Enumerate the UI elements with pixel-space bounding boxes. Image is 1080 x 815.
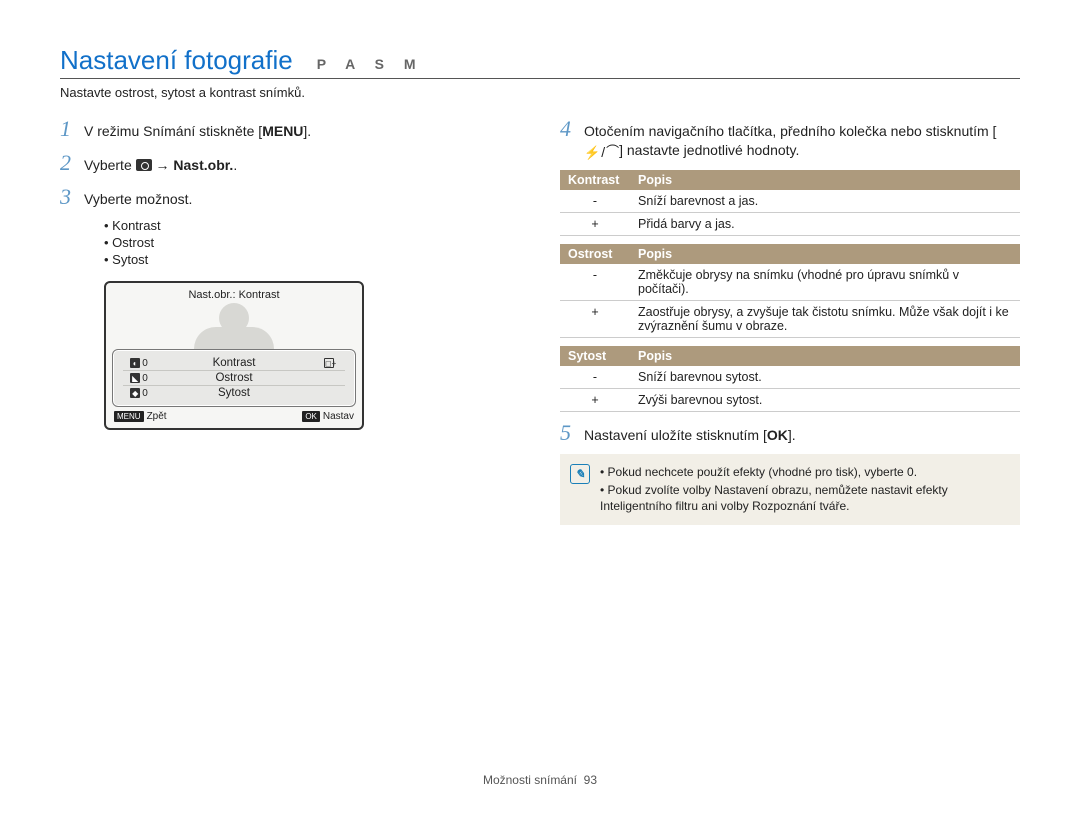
ok-label: OK bbox=[767, 427, 788, 443]
table-row: -Sníží barevnou sytost. bbox=[560, 366, 1020, 389]
lcd-silhouette bbox=[112, 303, 356, 353]
table-sytost: SytostPopis -Sníží barevnou sytost. +Zvý… bbox=[560, 346, 1020, 412]
lcd-row-2-val: 0 bbox=[142, 373, 148, 384]
step-4-post: ] nastavte jednotlivé hodnoty. bbox=[619, 142, 799, 158]
lcd-row-2-label: Ostrost bbox=[155, 372, 313, 384]
th-popis-3: Popis bbox=[630, 346, 1020, 366]
step-4-num: 4 bbox=[560, 116, 584, 142]
step-5-text: Nastavení uložíte stisknutím [OK]. bbox=[584, 422, 796, 445]
lcd-row-3-val: 0 bbox=[142, 388, 148, 399]
table-row: +Zvýši barevnou sytost. bbox=[560, 389, 1020, 412]
step-5-num: 5 bbox=[560, 420, 584, 446]
table-ostrost: OstrostPopis -Změkčuje obrysy na snímku … bbox=[560, 244, 1020, 338]
lcd-footer: MENUZpět OKNastav bbox=[112, 411, 356, 422]
note-2: Pokud zvolíte volby Nastavení obrazu, ne… bbox=[600, 482, 1010, 514]
page-footer: Možnosti snímání 93 bbox=[0, 773, 1080, 787]
note-box: ✎ Pokud nechcete použít efekty (vhodné p… bbox=[560, 454, 1020, 525]
option-bullets: Kontrast Ostrost Sytost bbox=[104, 218, 520, 267]
wifi-icon: ⌒ bbox=[606, 143, 619, 161]
lcd-row-2: ◣0 Ostrost bbox=[123, 371, 345, 386]
flash-wifi-icon: ⚡/⌒ bbox=[584, 143, 619, 162]
table-row: -Sníží barevnost a jas. bbox=[560, 190, 1020, 213]
desc-cell: Sníží barevnou sytost. bbox=[630, 366, 1020, 389]
footer-page: 93 bbox=[584, 773, 597, 787]
lcd-row-1-left: ◐0 bbox=[123, 358, 155, 369]
page-header: Nastavení fotografie P A S M bbox=[60, 45, 1020, 79]
bullet-ostrost: Ostrost bbox=[104, 235, 520, 250]
step-2-text: Vyberte → Nast.obr.. bbox=[84, 152, 237, 175]
note-1: Pokud nechcete použít efekty (vhodné pro… bbox=[600, 464, 1010, 480]
step-3-num: 3 bbox=[60, 184, 84, 210]
lcd-mockup: Nast.obr.: Kontrast ◐0 Kontrast ◻+ ◣0 Os… bbox=[104, 281, 364, 430]
lcd-row-2-left: ◣0 bbox=[123, 373, 155, 384]
sign-cell: - bbox=[560, 264, 630, 301]
intro-text: Nastavte ostrost, sytost a kontrast sním… bbox=[60, 85, 1020, 100]
menu-label: MENU bbox=[262, 123, 303, 139]
desc-cell: Změkčuje obrysy na snímku (vhodné pro úp… bbox=[630, 264, 1020, 301]
table-row: -Změkčuje obrysy na snímku (vhodné pro ú… bbox=[560, 264, 1020, 301]
right-column: 4 Otočením navigačního tlačítka, předníh… bbox=[560, 116, 1020, 525]
lcd-panel: ◐0 Kontrast ◻+ ◣0 Ostrost ◆0 Sytost bbox=[112, 349, 356, 407]
desc-cell: Přidá barvy a jas. bbox=[630, 213, 1020, 236]
mode-indicator: P A S M bbox=[317, 56, 424, 72]
sign-cell: - bbox=[560, 190, 630, 213]
left-column: 1 V režimu Snímání stiskněte [MENU]. 2 V… bbox=[60, 116, 520, 525]
camera-icon bbox=[136, 159, 152, 171]
lcd-row-1-val: 0 bbox=[142, 358, 148, 369]
info-icon: ✎ bbox=[570, 464, 590, 484]
sign-cell: + bbox=[560, 213, 630, 236]
lcd-set-label: Nastav bbox=[323, 411, 354, 422]
lcd-back: MENUZpět bbox=[114, 411, 167, 422]
menu-tag-icon: MENU bbox=[114, 411, 144, 422]
step-4-pre: Otočením navigačního tlačítka, předního … bbox=[584, 123, 996, 139]
desc-cell: Zaostřuje obrysy, a zvyšuje tak čistotu … bbox=[630, 301, 1020, 338]
table-kontrast: KontrastPopis -Sníží barevnost a jas. +P… bbox=[560, 170, 1020, 236]
lcd-back-label: Zpět bbox=[147, 411, 167, 422]
table-row: +Přidá barvy a jas. bbox=[560, 213, 1020, 236]
ok-tag-icon: OK bbox=[302, 411, 320, 422]
lcd-row-3: ◆0 Sytost bbox=[123, 386, 345, 400]
saturation-badge-icon: ◆ bbox=[130, 388, 140, 398]
step-1-num: 1 bbox=[60, 116, 84, 142]
step-1-text: V režimu Snímání stiskněte [MENU]. bbox=[84, 118, 311, 141]
step-2-post: . bbox=[233, 157, 237, 173]
lcd-title: Nast.obr.: Kontrast bbox=[112, 289, 356, 301]
lcd-row-3-left: ◆0 bbox=[123, 388, 155, 399]
contrast-badge-icon: ◐ bbox=[130, 358, 140, 368]
table-row: +Zaostřuje obrysy, a zvyšuje tak čistotu… bbox=[560, 301, 1020, 338]
step-4-text: Otočením navigačního tlačítka, předního … bbox=[584, 118, 1020, 162]
plus-badge-icon: ◻+ bbox=[324, 358, 334, 368]
step-3-text: Vyberte možnost. bbox=[84, 186, 192, 209]
page-title: Nastavení fotografie bbox=[60, 45, 293, 76]
footer-section: Možnosti snímání bbox=[483, 773, 577, 787]
step-1-pre: V režimu Snímání stiskněte [ bbox=[84, 123, 262, 139]
sign-cell: + bbox=[560, 301, 630, 338]
arrow: → bbox=[152, 157, 174, 173]
th-popis-2: Popis bbox=[630, 244, 1020, 264]
flash-icon: ⚡ bbox=[584, 144, 600, 162]
th-sytost: Sytost bbox=[560, 346, 630, 366]
sign-cell: - bbox=[560, 366, 630, 389]
th-ostrost: Ostrost bbox=[560, 244, 630, 264]
bullet-kontrast: Kontrast bbox=[104, 218, 520, 233]
sign-cell: + bbox=[560, 389, 630, 412]
desc-cell: Sníží barevnost a jas. bbox=[630, 190, 1020, 213]
th-kontrast: Kontrast bbox=[560, 170, 630, 190]
lcd-row-1-right: ◻+ bbox=[313, 358, 345, 368]
lcd-set: OKNastav bbox=[302, 411, 354, 422]
step-2-target: Nast.obr. bbox=[173, 157, 233, 173]
bullet-sytost: Sytost bbox=[104, 252, 520, 267]
sharpness-badge-icon: ◣ bbox=[130, 373, 140, 383]
step-1-post: ]. bbox=[303, 123, 311, 139]
note-list: Pokud nechcete použít efekty (vhodné pro… bbox=[600, 464, 1010, 517]
step-2-num: 2 bbox=[60, 150, 84, 176]
step-2-pre: Vyberte bbox=[84, 157, 136, 173]
step-5-post: ]. bbox=[788, 427, 796, 443]
lcd-row-1: ◐0 Kontrast ◻+ bbox=[123, 356, 345, 371]
th-popis-1: Popis bbox=[630, 170, 1020, 190]
lcd-row-3-label: Sytost bbox=[155, 387, 313, 399]
step-5-pre: Nastavení uložíte stisknutím [ bbox=[584, 427, 767, 443]
desc-cell: Zvýši barevnou sytost. bbox=[630, 389, 1020, 412]
lcd-row-1-label: Kontrast bbox=[155, 357, 313, 369]
